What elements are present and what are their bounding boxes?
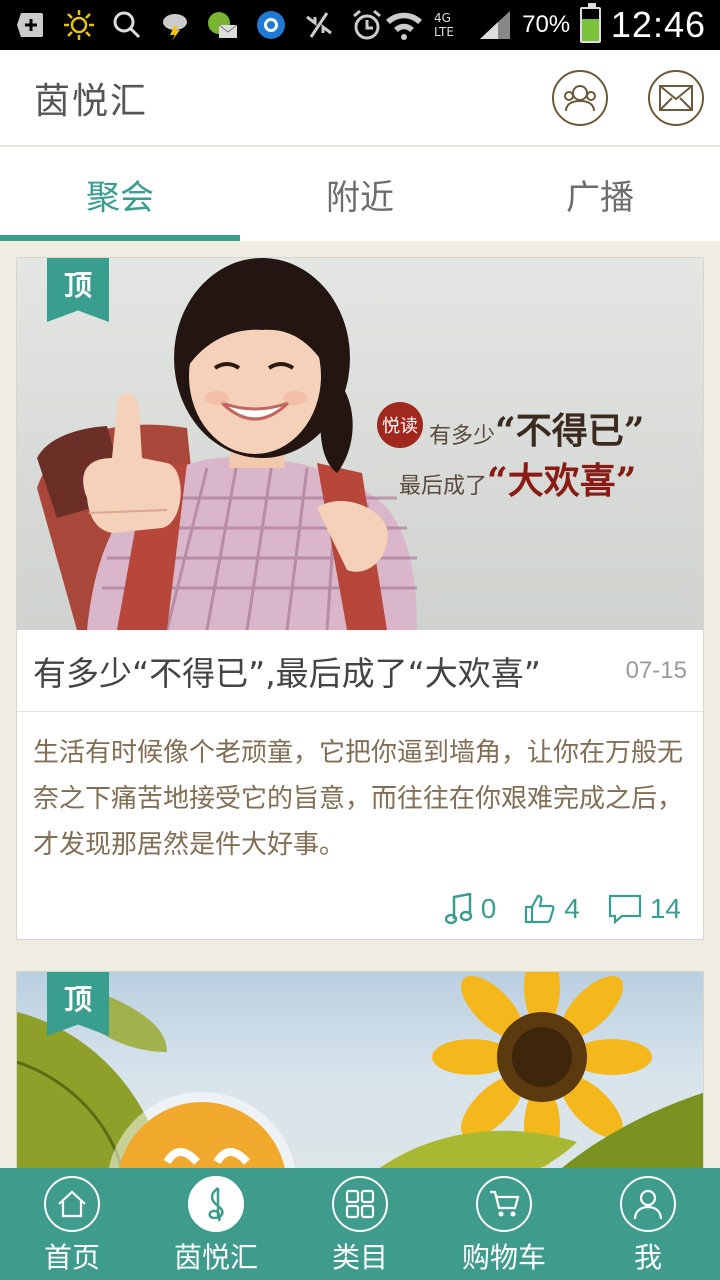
header-actions — [552, 69, 704, 126]
music-note-icon — [188, 1176, 244, 1232]
caption-line2-emphasis: “大欢喜” — [487, 460, 637, 502]
mail-app-icon — [206, 8, 240, 42]
post-excerpt[interactable]: 生活有时候像个老顽童，它把你逼到墙角，让你在万般无奈之下痛苦地接受它的旨意，而往… — [17, 712, 703, 878]
tab-gathering[interactable]: 聚会 — [0, 147, 240, 241]
nav-me[interactable]: 我 — [576, 1168, 720, 1280]
nav-categories[interactable]: 类目 — [288, 1168, 432, 1280]
status-bar-notifications — [14, 8, 384, 42]
nav-me-label: 我 — [633, 1241, 662, 1274]
nav-cart-label: 购物车 — [461, 1241, 546, 1274]
tab-broadcast[interactable]: 广播 — [480, 147, 720, 241]
nfc-icon — [302, 8, 336, 42]
home-icon — [44, 1176, 100, 1232]
envelope-icon — [659, 84, 693, 111]
clock: 12:46 — [610, 4, 706, 45]
friends-button[interactable] — [552, 69, 608, 126]
tab-nearby[interactable]: 附近 — [240, 147, 480, 241]
comment-icon — [608, 894, 641, 924]
cart-icon — [476, 1176, 532, 1232]
battery-icon — [580, 3, 601, 43]
music-stat[interactable]: 0 — [444, 893, 497, 925]
messages-button[interactable] — [648, 69, 704, 126]
music-note-icon — [444, 893, 472, 925]
add-notification-icon — [14, 8, 48, 42]
wifi-icon — [384, 8, 424, 42]
signal-icon — [478, 8, 512, 42]
network-type-label: 4G LTE — [434, 11, 454, 39]
post-hero-image[interactable]: 顶 — [17, 972, 703, 1168]
tab-bar: 聚会 附近 广播 — [0, 147, 720, 241]
sunflower-photo — [17, 972, 703, 1168]
post-hero-image[interactable]: 顶 — [17, 258, 703, 630]
nav-cart[interactable]: 购物车 — [432, 1168, 576, 1280]
alarm-icon — [350, 8, 384, 42]
post-stats: 0 4 14 — [17, 878, 703, 940]
music-count: 0 — [480, 893, 497, 924]
battery-percent: 70% — [522, 11, 571, 38]
comment-count: 14 — [649, 893, 681, 924]
friends-icon — [564, 84, 596, 111]
image-caption-line2: 最后成了“大欢喜” — [399, 452, 636, 504]
caption-line1-prefix: 有多少 — [429, 424, 496, 449]
nav-yinyuehui-label: 茵悦汇 — [173, 1241, 258, 1274]
nav-categories-label: 类目 — [331, 1241, 388, 1274]
comment-stat[interactable]: 14 — [608, 893, 681, 925]
nav-yinyuehui[interactable]: 茵悦汇 — [144, 1168, 288, 1280]
image-caption-line1: 有多少“不得已” — [429, 402, 644, 454]
post-title-row[interactable]: 有多少“不得已”,最后成了“大欢喜” 07-15 — [17, 630, 703, 712]
caption-line2-prefix: 最后成了 — [399, 474, 488, 499]
nav-home-label: 首页 — [43, 1241, 100, 1274]
post-date: 07-15 — [625, 656, 687, 684]
grid-icon — [332, 1176, 388, 1232]
caption-line1-emphasis: “不得已” — [495, 410, 645, 452]
browser-icon — [254, 8, 288, 42]
image-caption-overlay: 悦读 有多少“不得已” 最后成了“大欢喜” — [373, 394, 663, 504]
like-stat[interactable]: 4 — [524, 893, 580, 925]
like-count: 4 — [564, 893, 580, 924]
nav-home[interactable]: 首页 — [0, 1168, 144, 1280]
bottom-navigation: 首页 茵悦汇 类目 购物车 我 — [0, 1168, 720, 1280]
post-card[interactable]: 顶 — [16, 257, 704, 940]
weather-storm-icon — [158, 8, 192, 42]
post-feed[interactable]: 顶 悦读 有多少“不得已” 最后成了“大欢喜” 有多少“不得已”,最后成了“大欢… — [0, 241, 720, 1168]
post-card[interactable]: 顶 — [16, 971, 704, 1168]
yuedu-seal: 悦读 — [377, 402, 423, 448]
app-header: 茵悦汇 — [0, 50, 720, 146]
status-bar: 4G LTE 70% 12:46 — [0, 0, 720, 50]
battery-level-fill — [582, 18, 599, 41]
post-title[interactable]: 有多少“不得已”,最后成了“大欢喜” — [33, 647, 541, 695]
sun-icon — [62, 8, 96, 42]
user-icon — [620, 1176, 676, 1232]
thumbs-up-icon — [525, 894, 555, 924]
app-title: 茵悦汇 — [34, 80, 149, 122]
status-bar-system: 4G LTE 70% 12:46 — [384, 3, 706, 46]
search-icon — [110, 8, 144, 42]
